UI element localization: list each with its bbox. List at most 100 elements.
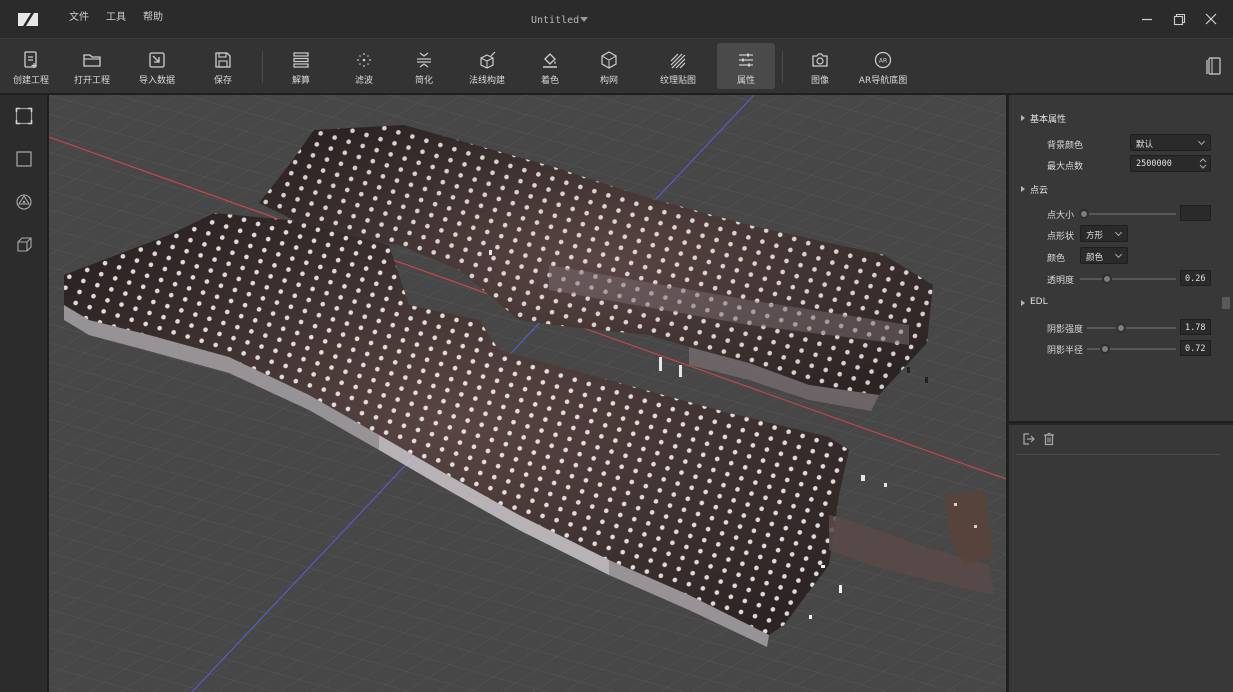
fit-view-icon[interactable] bbox=[14, 106, 34, 126]
shadow-strength-label: 阴影强度 bbox=[1047, 325, 1084, 335]
shadow-strength-input[interactable]: 1.78 bbox=[1180, 319, 1211, 335]
normal-build-icon bbox=[480, 51, 496, 69]
properties-label: 属性 bbox=[736, 76, 755, 86]
toolbar-divider bbox=[262, 51, 263, 83]
trash-icon[interactable] bbox=[1042, 432, 1056, 446]
point-size-slider-track[interactable] bbox=[1080, 213, 1176, 215]
shadow-radius-slider-handle[interactable] bbox=[1100, 344, 1110, 354]
title-bar: 文件 工具 帮助 Untitled bbox=[0, 0, 1233, 38]
3d-viewport[interactable] bbox=[49, 95, 1006, 692]
properties-panel: 基本属性 背景颜色 默认 最大点数 2500000 点云 点大小 点形状 方形 … bbox=[1008, 95, 1233, 421]
max-points-value: 2500000 bbox=[1136, 159, 1172, 169]
colorize-label: 着色 bbox=[540, 76, 559, 86]
filter-button[interactable]: 滤波 bbox=[334, 43, 394, 89]
layer-divider bbox=[1016, 454, 1220, 455]
simplify-icon bbox=[417, 52, 431, 68]
open-project-label: 打开工程 bbox=[73, 76, 110, 86]
toolbar-divider bbox=[782, 51, 783, 83]
color-label: 颜色 bbox=[1047, 254, 1066, 264]
properties-button[interactable]: 属性 bbox=[717, 43, 775, 89]
image-label: 图像 bbox=[810, 76, 829, 86]
layer-panel bbox=[1008, 423, 1233, 692]
normal-build-button[interactable]: 法线构建 bbox=[457, 43, 517, 89]
panel-toggle-icon[interactable] bbox=[1205, 56, 1223, 76]
cube-view-icon[interactable] bbox=[14, 235, 34, 255]
section-edl-title[interactable]: EDL bbox=[1030, 297, 1048, 307]
point-shape-select[interactable]: 方形 bbox=[1080, 225, 1128, 242]
colorize-button[interactable]: 着色 bbox=[520, 43, 580, 89]
restore-icon[interactable] bbox=[1171, 11, 1187, 27]
svg-text:AR: AR bbox=[879, 58, 887, 65]
spin-arrows-icon[interactable] bbox=[1199, 158, 1207, 169]
minimize-icon[interactable] bbox=[1139, 11, 1155, 27]
mesh-label: 构网 bbox=[599, 76, 618, 86]
color-value: 颜色 bbox=[1086, 253, 1104, 263]
point-shape-label: 点形状 bbox=[1047, 232, 1075, 242]
collapse-basic-icon[interactable] bbox=[1021, 115, 1025, 121]
solve-button[interactable]: 解算 bbox=[271, 43, 331, 89]
box-select-icon[interactable] bbox=[14, 149, 34, 169]
document-title[interactable]: Untitled bbox=[531, 15, 579, 26]
texture-icon bbox=[670, 53, 686, 69]
max-points-label: 最大点数 bbox=[1047, 162, 1084, 172]
ar-basemap-button[interactable]: AR AR导航底图 bbox=[852, 43, 914, 89]
import-data-label: 导入数据 bbox=[138, 76, 175, 86]
opacity-input[interactable]: 0.26 bbox=[1180, 270, 1211, 286]
save-label: 保存 bbox=[213, 76, 232, 86]
image-button[interactable]: 图像 bbox=[790, 43, 850, 89]
save-icon bbox=[215, 52, 231, 68]
ar-basemap-label: AR导航底图 bbox=[858, 76, 908, 86]
simplify-button[interactable]: 简化 bbox=[394, 43, 454, 89]
import-data-icon bbox=[149, 52, 165, 68]
create-project-label: 创建工程 bbox=[12, 76, 49, 86]
point-size-slider-handle[interactable] bbox=[1079, 209, 1089, 219]
bg-color-value: 默认 bbox=[1136, 140, 1154, 150]
chevron-down-icon bbox=[1114, 228, 1123, 237]
shadow-strength-slider-track[interactable] bbox=[1087, 327, 1176, 329]
shadow-strength-slider-handle[interactable] bbox=[1116, 323, 1126, 333]
shadow-radius-label: 阴影半径 bbox=[1047, 346, 1084, 356]
collapse-pointcloud-icon[interactable] bbox=[1021, 186, 1025, 192]
chevron-down-icon bbox=[1197, 137, 1206, 146]
app-logo-icon bbox=[18, 13, 38, 26]
menu-file[interactable]: 文件 bbox=[69, 8, 89, 23]
section-pointcloud-title[interactable]: 点云 bbox=[1030, 183, 1048, 196]
orbit-icon[interactable] bbox=[14, 192, 34, 212]
simplify-label: 简化 bbox=[414, 76, 433, 86]
normal-build-label: 法线构建 bbox=[468, 76, 505, 86]
save-button[interactable]: 保存 bbox=[193, 43, 253, 89]
point-cloud-scene[interactable] bbox=[49, 95, 1006, 692]
view-toolbar bbox=[0, 95, 48, 692]
shadow-radius-input[interactable]: 0.72 bbox=[1180, 340, 1211, 356]
menu-help[interactable]: 帮助 bbox=[143, 8, 163, 23]
texture-label: 纹理贴图 bbox=[659, 76, 696, 86]
import-data-button[interactable]: 导入数据 bbox=[127, 43, 187, 89]
open-project-button[interactable]: 打开工程 bbox=[62, 43, 122, 89]
texture-button[interactable]: 纹理贴图 bbox=[648, 43, 708, 89]
open-folder-icon bbox=[83, 54, 101, 67]
paint-bucket-icon bbox=[543, 53, 557, 68]
edl-toggle[interactable] bbox=[1222, 297, 1230, 309]
main-toolbar: 创建工程 打开工程 导入数据 保存 解算 滤波 简化 法线构建 着色 构网 纹理… bbox=[0, 38, 1233, 94]
chevron-down-icon[interactable] bbox=[580, 17, 588, 22]
opacity-slider-track[interactable] bbox=[1080, 278, 1176, 280]
filter-icon bbox=[357, 53, 371, 67]
opacity-slider-handle[interactable] bbox=[1102, 274, 1112, 284]
menu-tools[interactable]: 工具 bbox=[106, 8, 126, 23]
collapse-edl-icon[interactable] bbox=[1021, 300, 1025, 306]
create-project-button[interactable]: 创建工程 bbox=[1, 43, 61, 89]
mesh-button[interactable]: 构网 bbox=[579, 43, 639, 89]
properties-icon bbox=[739, 53, 753, 67]
bg-color-select[interactable]: 默认 bbox=[1130, 134, 1211, 151]
close-icon[interactable] bbox=[1203, 11, 1219, 27]
point-size-input[interactable] bbox=[1180, 205, 1211, 221]
solve-label: 解算 bbox=[291, 76, 310, 86]
export-icon[interactable] bbox=[1022, 432, 1036, 446]
max-points-spinbox[interactable]: 2500000 bbox=[1130, 155, 1211, 172]
section-basic-title[interactable]: 基本属性 bbox=[1030, 112, 1066, 125]
point-shape-value: 方形 bbox=[1086, 231, 1104, 241]
solve-icon bbox=[293, 52, 309, 68]
create-project-icon bbox=[24, 51, 37, 68]
mesh-icon bbox=[601, 51, 617, 69]
color-select[interactable]: 颜色 bbox=[1080, 247, 1128, 264]
